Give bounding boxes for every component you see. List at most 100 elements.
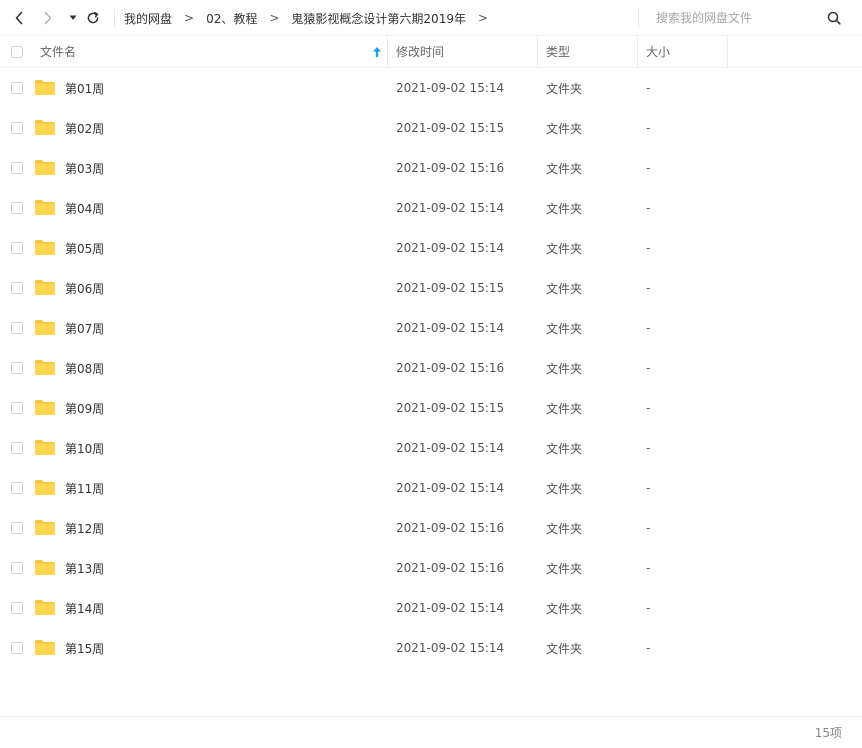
row-checkbox[interactable] bbox=[11, 82, 23, 94]
file-row[interactable]: 第08周 2021-09-02 15:16 文件夹 - bbox=[0, 348, 862, 388]
column-header-name[interactable]: 文件名 bbox=[40, 36, 388, 67]
file-size: - bbox=[646, 121, 651, 135]
refresh-button[interactable] bbox=[83, 8, 103, 28]
column-header-size[interactable]: 大小 bbox=[638, 36, 728, 67]
folder-icon bbox=[35, 640, 55, 655]
search-icon bbox=[827, 11, 841, 25]
file-name[interactable]: 第05周 bbox=[65, 228, 104, 268]
file-type: 文件夹 bbox=[546, 521, 583, 536]
row-checkbox[interactable] bbox=[11, 162, 23, 174]
file-row[interactable]: 第10周 2021-09-02 15:14 文件夹 - bbox=[0, 428, 862, 468]
file-row[interactable]: 第07周 2021-09-02 15:14 文件夹 - bbox=[0, 308, 862, 348]
search-button[interactable] bbox=[824, 8, 844, 28]
back-button[interactable] bbox=[9, 8, 29, 28]
file-size: - bbox=[646, 201, 651, 215]
file-name[interactable]: 第04周 bbox=[65, 188, 104, 228]
file-modified-time: 2021-09-02 15:16 bbox=[396, 521, 505, 535]
row-checkbox[interactable] bbox=[11, 402, 23, 414]
file-modified-time: 2021-09-02 15:15 bbox=[396, 401, 505, 415]
file-type: 文件夹 bbox=[546, 601, 583, 616]
file-name[interactable]: 第03周 bbox=[65, 148, 104, 188]
file-manager-window: 我的网盘 > 02、教程 > 鬼猿影视概念设计第六期2019年 > 文件名 修改… bbox=[0, 0, 862, 748]
file-name[interactable]: 第11周 bbox=[65, 468, 104, 508]
top-navigation-bar: 我的网盘 > 02、教程 > 鬼猿影视概念设计第六期2019年 > bbox=[0, 0, 862, 36]
file-modified-time: 2021-09-02 15:16 bbox=[396, 561, 505, 575]
file-size: - bbox=[646, 641, 651, 655]
file-row[interactable]: 第12周 2021-09-02 15:16 文件夹 - bbox=[0, 508, 862, 548]
row-checkbox[interactable] bbox=[11, 322, 23, 334]
row-checkbox[interactable] bbox=[11, 602, 23, 614]
file-row[interactable]: 第02周 2021-09-02 15:15 文件夹 - bbox=[0, 108, 862, 148]
file-type: 文件夹 bbox=[546, 321, 583, 336]
file-name[interactable]: 第14周 bbox=[65, 588, 104, 628]
file-name[interactable]: 第15周 bbox=[65, 628, 104, 668]
file-type: 文件夹 bbox=[546, 281, 583, 296]
chevron-right-icon bbox=[44, 11, 52, 25]
breadcrumb-expand-arrow[interactable]: > bbox=[476, 11, 490, 25]
breadcrumb-item-tutorials[interactable]: 02、教程 bbox=[196, 10, 267, 27]
file-size: - bbox=[646, 561, 651, 575]
row-checkbox[interactable] bbox=[11, 242, 23, 254]
column-header-type[interactable]: 类型 bbox=[538, 36, 638, 67]
history-dropdown-button[interactable] bbox=[63, 8, 83, 28]
file-size: - bbox=[646, 361, 651, 375]
forward-button[interactable] bbox=[38, 8, 58, 28]
file-type: 文件夹 bbox=[546, 121, 583, 136]
breadcrumb-item-my-drive[interactable]: 我的网盘 bbox=[114, 10, 182, 27]
row-checkbox[interactable] bbox=[11, 442, 23, 454]
file-modified-time: 2021-09-02 15:16 bbox=[396, 361, 505, 375]
row-checkbox[interactable] bbox=[11, 482, 23, 494]
file-row[interactable]: 第03周 2021-09-02 15:16 文件夹 - bbox=[0, 148, 862, 188]
select-all-checkbox[interactable] bbox=[11, 46, 23, 58]
folder-icon bbox=[35, 200, 55, 215]
file-modified-time: 2021-09-02 15:14 bbox=[396, 641, 505, 655]
file-type: 文件夹 bbox=[546, 481, 583, 496]
file-name[interactable]: 第08周 bbox=[65, 348, 104, 388]
file-modified-time: 2021-09-02 15:14 bbox=[396, 601, 505, 615]
breadcrumb-separator: > bbox=[269, 11, 280, 25]
row-checkbox[interactable] bbox=[11, 522, 23, 534]
file-type: 文件夹 bbox=[546, 241, 583, 256]
file-name[interactable]: 第06周 bbox=[65, 268, 104, 308]
search-divider bbox=[638, 9, 639, 27]
row-checkbox[interactable] bbox=[11, 562, 23, 574]
breadcrumb: 我的网盘 > 02、教程 > 鬼猿影视概念设计第六期2019年 > bbox=[114, 0, 490, 36]
column-header-mtime[interactable]: 修改时间 bbox=[388, 36, 538, 67]
file-modified-time: 2021-09-02 15:14 bbox=[396, 81, 505, 95]
file-row[interactable]: 第14周 2021-09-02 15:14 文件夹 - bbox=[0, 588, 862, 628]
folder-icon bbox=[35, 440, 55, 455]
file-row[interactable]: 第04周 2021-09-02 15:14 文件夹 - bbox=[0, 188, 862, 228]
breadcrumb-item-current-folder[interactable]: 鬼猿影视概念设计第六期2019年 bbox=[281, 10, 476, 27]
file-name[interactable]: 第07周 bbox=[65, 308, 104, 348]
sort-ascending-arrow-icon[interactable] bbox=[372, 46, 382, 58]
file-name[interactable]: 第10周 bbox=[65, 428, 104, 468]
row-checkbox[interactable] bbox=[11, 362, 23, 374]
chevron-left-icon bbox=[15, 11, 23, 25]
file-row[interactable]: 第05周 2021-09-02 15:14 文件夹 - bbox=[0, 228, 862, 268]
file-size: - bbox=[646, 81, 651, 95]
file-row[interactable]: 第11周 2021-09-02 15:14 文件夹 - bbox=[0, 468, 862, 508]
file-name[interactable]: 第01周 bbox=[65, 68, 104, 108]
search-input[interactable] bbox=[648, 6, 826, 30]
file-list: 第01周 2021-09-02 15:14 文件夹 - 第02周 2021-09-02 1… bbox=[0, 68, 862, 668]
file-modified-time: 2021-09-02 15:14 bbox=[396, 241, 505, 255]
folder-icon bbox=[35, 400, 55, 415]
file-row[interactable]: 第13周 2021-09-02 15:16 文件夹 - bbox=[0, 548, 862, 588]
file-row[interactable]: 第09周 2021-09-02 15:15 文件夹 - bbox=[0, 388, 862, 428]
file-size: - bbox=[646, 601, 651, 615]
file-row[interactable]: 第15周 2021-09-02 15:14 文件夹 - bbox=[0, 628, 862, 668]
folder-icon bbox=[35, 600, 55, 615]
row-checkbox[interactable] bbox=[11, 642, 23, 654]
file-name[interactable]: 第12周 bbox=[65, 508, 104, 548]
file-name[interactable]: 第09周 bbox=[65, 388, 104, 428]
row-checkbox[interactable] bbox=[11, 202, 23, 214]
file-size: - bbox=[646, 441, 651, 455]
file-modified-time: 2021-09-02 15:14 bbox=[396, 441, 505, 455]
file-name[interactable]: 第02周 bbox=[65, 108, 104, 148]
file-type: 文件夹 bbox=[546, 401, 583, 416]
file-row[interactable]: 第01周 2021-09-02 15:14 文件夹 - bbox=[0, 68, 862, 108]
row-checkbox[interactable] bbox=[11, 282, 23, 294]
file-row[interactable]: 第06周 2021-09-02 15:15 文件夹 - bbox=[0, 268, 862, 308]
row-checkbox[interactable] bbox=[11, 122, 23, 134]
file-name[interactable]: 第13周 bbox=[65, 548, 104, 588]
